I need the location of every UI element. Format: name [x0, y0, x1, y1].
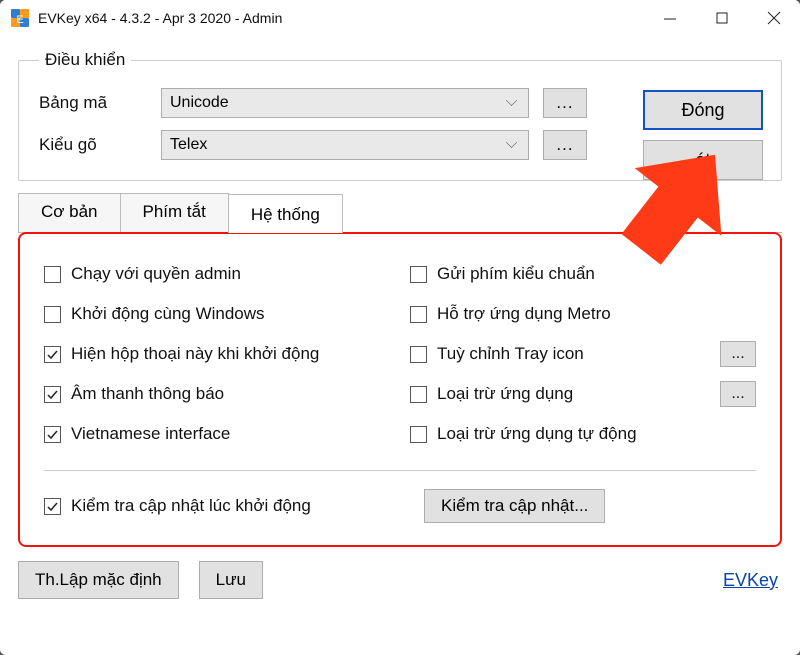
check-update-checkbox[interactable] [44, 498, 61, 515]
tray-icon-checkbox[interactable] [410, 346, 427, 363]
separator [44, 470, 756, 471]
method-label: Kiểu gõ [39, 135, 147, 155]
exclude-app-label: Loại trừ ứng dụng [437, 384, 573, 404]
tray-icon-label: Tuỳ chỉnh Tray icon [437, 344, 584, 364]
autostart-label: Khởi động cùng Windows [71, 304, 265, 324]
metro-checkbox[interactable] [410, 306, 427, 323]
app-icon: E [10, 8, 30, 28]
tab-basic[interactable]: Cơ bản [18, 193, 121, 232]
tray-icon-more-button[interactable]: ... [720, 341, 756, 367]
encoding-more-button[interactable]: ... [543, 88, 587, 118]
sound-label: Âm thanh thông báo [71, 384, 224, 404]
titlebar: E EVKey x64 - 4.3.2 - Apr 3 2020 - Admin [0, 0, 800, 36]
window-controls [644, 0, 800, 36]
tab-hotkey[interactable]: Phím tắt [120, 193, 229, 232]
system-panel: Chạy với quyền admin Khởi động cùng Wind… [18, 232, 782, 547]
maximize-button[interactable] [696, 0, 748, 36]
sound-checkbox[interactable] [44, 386, 61, 403]
vi-interface-checkbox[interactable] [44, 426, 61, 443]
method-value: Telex [170, 136, 207, 154]
update-row: Kiểm tra cập nhật lúc khởi động Kiểm tra… [44, 489, 756, 523]
run-admin-label: Chạy với quyền admin [71, 264, 241, 284]
defaults-button[interactable]: Th.Lập mặc định [18, 561, 179, 599]
std-key-label: Gửi phím kiểu chuẩn [437, 264, 595, 284]
vi-interface-label: Vietnamese interface [71, 424, 230, 444]
window-close-button[interactable] [748, 0, 800, 36]
tabs: Cơ bản Phím tắt Hệ thống [18, 193, 782, 233]
tab-system[interactable]: Hệ thống [228, 194, 343, 233]
right-col: Gửi phím kiểu chuẩn Hỗ trợ ứng dụng Metr… [410, 260, 756, 460]
save-button[interactable]: Lưu [199, 561, 263, 599]
left-col: Chạy với quyền admin Khởi động cùng Wind… [44, 260, 390, 460]
method-select[interactable]: Telex [161, 130, 529, 160]
metro-label: Hỗ trợ ứng dụng Metro [437, 304, 611, 324]
exit-button[interactable]: át [643, 140, 763, 180]
encoding-value: Unicode [170, 94, 229, 112]
window-title: EVKey x64 - 4.3.2 - Apr 3 2020 - Admin [38, 10, 282, 26]
window: E EVKey x64 - 4.3.2 - Apr 3 2020 - Admin… [0, 0, 800, 655]
svg-text:E: E [16, 14, 23, 26]
auto-exclude-label: Loại trừ ứng dụng tự động [437, 424, 637, 444]
check-update-button[interactable]: Kiểm tra cập nhật... [424, 489, 605, 523]
control-group: Điều khiển Bảng mã Unicode ... Kiểu gõ T… [18, 50, 782, 181]
exclude-app-checkbox[interactable] [410, 386, 427, 403]
method-more-button[interactable]: ... [543, 130, 587, 160]
exclude-app-more-button[interactable]: ... [720, 381, 756, 407]
std-key-checkbox[interactable] [410, 266, 427, 283]
show-dialog-label: Hiện hộp thoại này khi khởi động [71, 344, 319, 364]
group-title: Điều khiển [39, 50, 131, 70]
content: Điều khiển Bảng mã Unicode ... Kiểu gõ T… [0, 36, 800, 613]
autostart-checkbox[interactable] [44, 306, 61, 323]
check-update-label: Kiểm tra cập nhật lúc khởi động [71, 496, 311, 516]
evkey-link[interactable]: EVKey [723, 570, 782, 591]
close-button[interactable]: Đóng [643, 90, 763, 130]
show-dialog-checkbox[interactable] [44, 346, 61, 363]
run-admin-checkbox[interactable] [44, 266, 61, 283]
auto-exclude-checkbox[interactable] [410, 426, 427, 443]
encoding-label: Bảng mã [39, 93, 147, 113]
minimize-button[interactable] [644, 0, 696, 36]
bottom-row: Th.Lập mặc định Lưu EVKey [18, 547, 782, 599]
encoding-select[interactable]: Unicode [161, 88, 529, 118]
